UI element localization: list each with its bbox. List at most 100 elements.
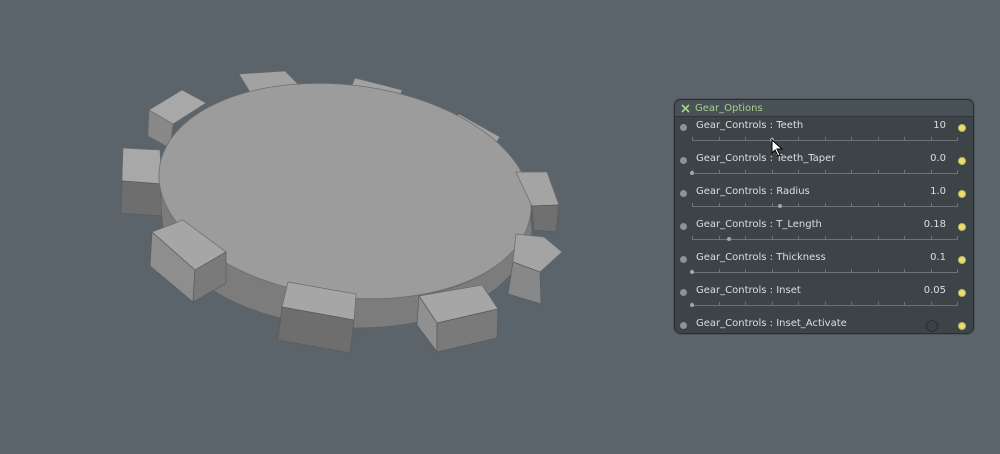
slider-tick — [798, 203, 799, 206]
slider-tick — [957, 236, 958, 239]
output-port-icon[interactable] — [958, 157, 966, 165]
value-slider[interactable] — [692, 203, 958, 208]
slider-tick — [824, 302, 826, 305]
slider-tick — [798, 170, 799, 173]
slider-tick — [771, 203, 773, 206]
slider-tick — [798, 137, 799, 140]
control-row[interactable]: Gear_Controls : T_Length 0.18 — [675, 216, 973, 249]
output-port-icon[interactable] — [958, 322, 966, 330]
slider-tick — [851, 137, 852, 140]
input-port-icon[interactable] — [680, 124, 687, 131]
control-label: Gear_Controls : Thickness — [696, 252, 826, 263]
slider-tick — [745, 170, 746, 173]
gear-model[interactable] — [120, 63, 563, 354]
slider-thumb[interactable] — [690, 171, 694, 175]
control-row[interactable]: Gear_Controls : Inset 0.05 — [675, 282, 973, 315]
slider-tick — [877, 302, 879, 305]
close-x-icon[interactable] — [679, 102, 691, 114]
slider-tick — [718, 170, 720, 173]
slider-thumb[interactable] — [690, 270, 694, 274]
toggle-checkbox[interactable] — [926, 320, 938, 332]
input-port-icon[interactable] — [680, 157, 687, 164]
control-row[interactable]: Gear_Controls : Teeth_Taper 0.0 — [675, 150, 973, 183]
input-port-icon[interactable] — [680, 223, 687, 230]
control-row[interactable]: Gear_Controls : Teeth 10 — [675, 117, 973, 150]
gear-tooth — [121, 147, 163, 185]
value-slider[interactable] — [692, 137, 958, 142]
slider-tick — [904, 269, 905, 272]
control-rows: Gear_Controls : Teeth 10 Gear_Controls : T… — [675, 117, 973, 333]
gear-options-panel[interactable]: Gear_Options Gear_Controls : Teeth 10 Gear… — [674, 99, 974, 334]
slider-tick — [692, 137, 693, 140]
slider-tick — [745, 236, 746, 239]
control-label: Gear_Controls : Radius — [696, 186, 810, 197]
output-port-icon[interactable] — [958, 223, 966, 231]
slider-tick — [904, 203, 905, 206]
slider-tick — [930, 137, 932, 140]
slider-tick — [718, 203, 720, 206]
output-port-icon[interactable] — [958, 190, 966, 198]
slider-tick — [824, 170, 826, 173]
panel-title: Gear_Options — [695, 102, 763, 114]
control-value[interactable]: 10 — [933, 120, 946, 131]
input-port-icon[interactable] — [680, 190, 687, 197]
slider-tick — [930, 170, 932, 173]
slider-tick — [692, 203, 693, 206]
input-port-icon[interactable] — [680, 289, 687, 296]
slider-tick — [877, 236, 879, 239]
value-slider[interactable] — [692, 236, 958, 241]
control-label: Gear_Controls : Inset_Activate — [696, 318, 847, 329]
value-slider[interactable] — [690, 170, 958, 175]
gear-tooth-side — [120, 180, 163, 217]
slider-tick — [745, 302, 746, 305]
slider-thumb[interactable] — [690, 303, 694, 307]
slider-tick — [904, 236, 905, 239]
slider-tick — [745, 137, 746, 140]
slider-tick — [851, 236, 852, 239]
output-port-icon[interactable] — [958, 124, 966, 132]
slider-tick — [745, 203, 746, 206]
slider-tick — [692, 236, 693, 239]
slider-tick — [771, 236, 773, 239]
control-value[interactable]: 1.0 — [930, 186, 946, 197]
slider-thumb[interactable] — [777, 204, 782, 208]
slider-tick — [877, 170, 879, 173]
control-label: Gear_Controls : Inset — [696, 285, 801, 296]
control-value[interactable]: 0.05 — [924, 285, 946, 296]
mouse-cursor-icon — [771, 139, 784, 157]
output-port-icon[interactable] — [958, 256, 966, 264]
slider-tick — [877, 137, 879, 140]
gear-tooth-side — [531, 204, 560, 233]
slider-tick — [904, 170, 905, 173]
panel-header[interactable]: Gear_Options — [675, 100, 973, 117]
input-port-icon[interactable] — [680, 256, 687, 263]
control-row[interactable]: Gear_Controls : Inset_Activate — [675, 315, 973, 333]
value-slider[interactable] — [690, 269, 958, 274]
slider-tick — [771, 302, 773, 305]
control-value[interactable]: 0.18 — [924, 219, 946, 230]
slider-tick — [904, 302, 905, 305]
slider-tick — [877, 269, 879, 272]
slider-tick — [798, 302, 799, 305]
output-port-icon[interactable] — [958, 289, 966, 297]
slider-tick — [824, 137, 826, 140]
slider-tick — [851, 170, 852, 173]
control-row[interactable]: Gear_Controls : Radius 1.0 — [675, 183, 973, 216]
control-row[interactable]: Gear_Controls : Thickness 0.1 — [675, 249, 973, 282]
slider-tick — [957, 302, 958, 305]
slider-tick — [957, 170, 958, 173]
control-value[interactable]: 0.1 — [930, 252, 946, 263]
slider-tick — [851, 203, 852, 206]
slider-tick — [718, 302, 720, 305]
slider-tick — [904, 137, 905, 140]
slider-tick — [824, 269, 826, 272]
input-port-icon[interactable] — [680, 322, 687, 329]
slider-tick — [798, 269, 799, 272]
slider-thumb[interactable] — [727, 237, 732, 241]
value-slider[interactable] — [690, 302, 958, 307]
slider-tick — [930, 203, 932, 206]
control-value[interactable]: 0.0 — [930, 153, 946, 164]
slider-tick — [718, 137, 720, 140]
slider-tick — [771, 170, 773, 173]
slider-tick — [824, 236, 826, 239]
